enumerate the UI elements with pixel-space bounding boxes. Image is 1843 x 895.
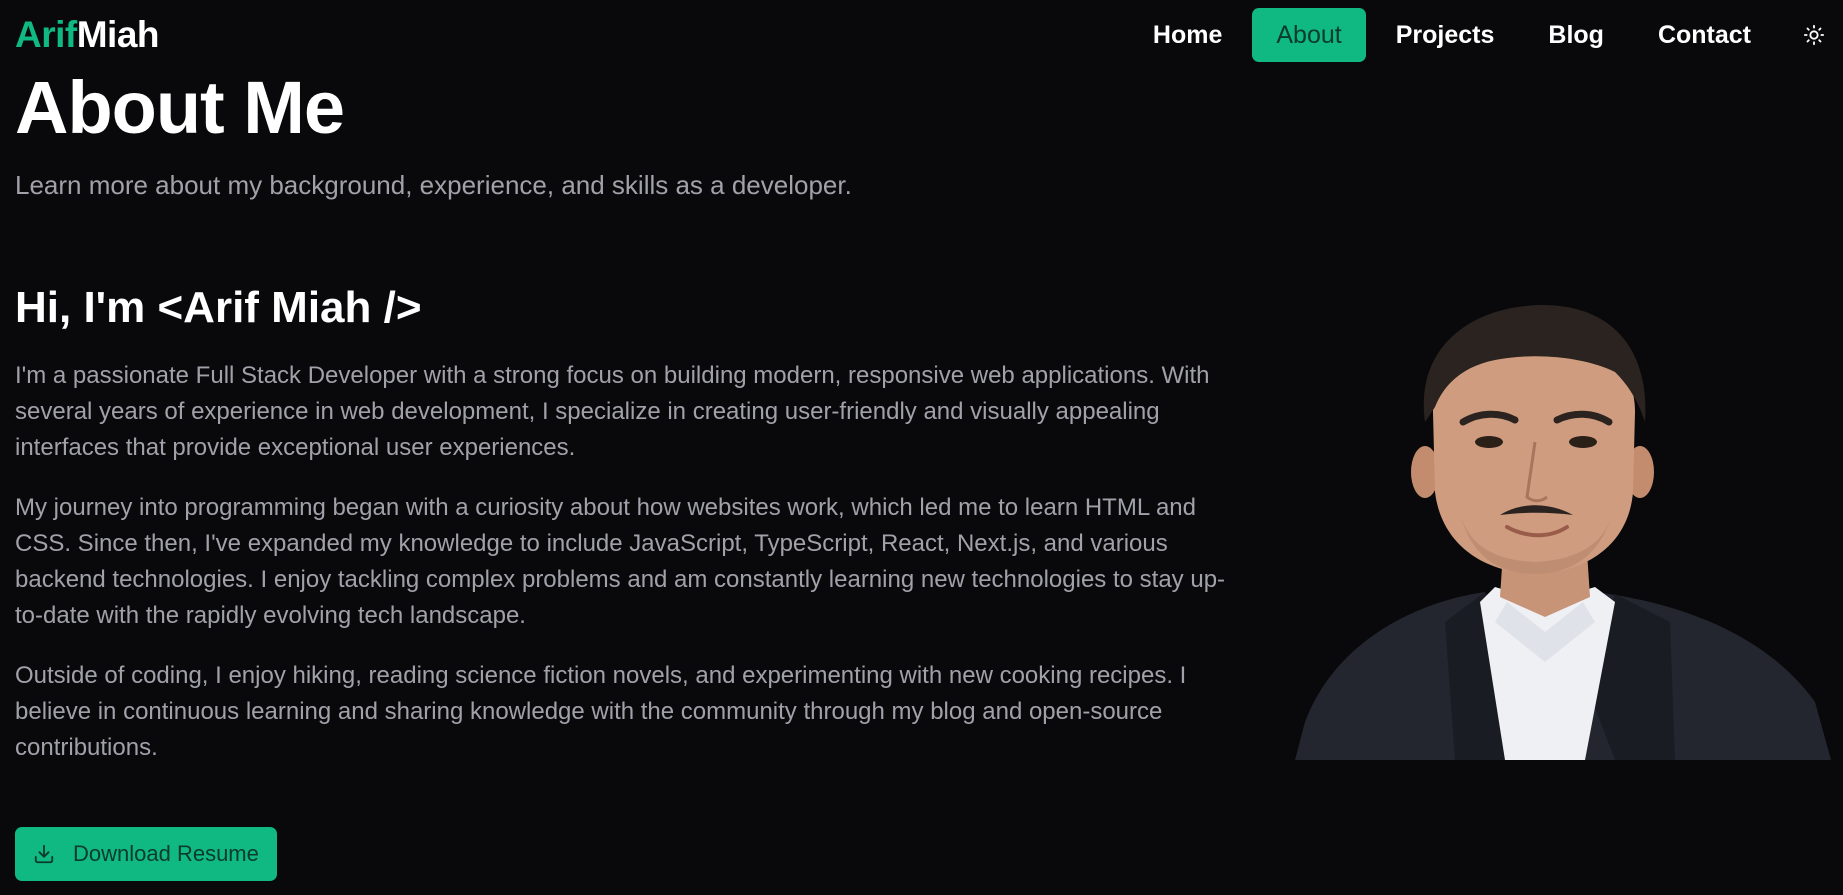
navbar: ArifMiah Home About Projects Blog Contac…: [0, 0, 1843, 70]
nav-projects[interactable]: Projects: [1372, 8, 1519, 62]
bio-paragraph: I'm a passionate Full Stack Developer wi…: [15, 362, 1210, 461]
profile-photo: [1295, 302, 1831, 760]
download-icon: [34, 844, 54, 864]
logo-first-name: Arif: [15, 14, 77, 55]
bio-paragraph: My journey into programming began with a…: [15, 494, 1226, 629]
nav-about[interactable]: About: [1252, 8, 1366, 62]
nav-contact[interactable]: Contact: [1634, 8, 1775, 62]
page-title: About Me: [15, 66, 345, 149]
main-nav: Home About Projects Blog Contact: [1123, 8, 1775, 62]
site-logo[interactable]: ArifMiah: [15, 14, 160, 56]
download-resume-label: Download Resume: [73, 841, 259, 866]
intro-heading: Hi, I'm <Arif Miah />: [15, 283, 422, 332]
nav-home[interactable]: Home: [1129, 8, 1246, 62]
download-resume-button[interactable]: Download Resume: [15, 827, 277, 881]
bio-paragraph: Outside of coding, I enjoy hiking, readi…: [15, 662, 1187, 761]
bio-section: I'm a passionate Full Stack Developer wi…: [15, 358, 1230, 790]
logo-last-name: Miah: [76, 14, 160, 55]
theme-toggle-button[interactable]: [1799, 20, 1829, 50]
nav-blog[interactable]: Blog: [1524, 8, 1628, 62]
sun-icon: [1803, 24, 1825, 46]
page-subtitle: Learn more about my background, experien…: [15, 170, 852, 200]
